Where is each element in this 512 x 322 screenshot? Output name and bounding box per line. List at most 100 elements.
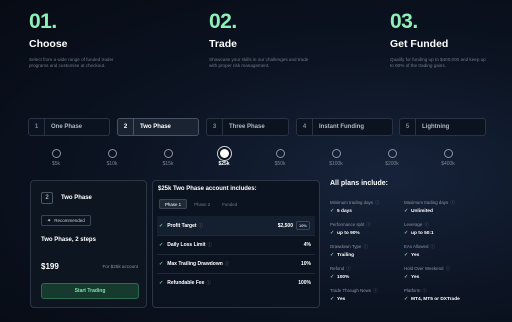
rule-value: 4% [303,242,311,248]
step-get-funded: 03. Get Funded Qualify for funding up to… [390,10,510,69]
info-icon[interactable]: ⓘ [444,266,450,271]
tab-lightning[interactable]: 5 Lightning [399,118,486,136]
size-label: $5k [51,161,61,167]
feature-label: Hold Over Weekend [404,266,444,271]
feature-label: Refund [330,266,345,271]
check-icon: ✓ [159,242,164,248]
all-plans-section: All plans include: Minimum trading days … [330,180,510,320]
tab-number: 5 [400,119,416,135]
info-icon[interactable]: ⓘ [362,244,368,249]
step-number: 01. [29,10,57,33]
feature-label: Minimum trading days [330,200,373,205]
size-option-25k[interactable] [220,149,229,158]
size-label: $100k [329,161,343,167]
info-icon[interactable]: ⓘ [421,288,427,293]
size-label: $400k [441,161,455,167]
size-label: $50k [274,161,286,167]
size-label: $10k [106,161,118,167]
size-label: $25k [218,161,230,167]
tab-funded[interactable]: Funded [217,199,242,209]
size-option-50k[interactable] [276,149,285,158]
check-icon: ✓ [159,280,164,286]
check-icon: ✓ [404,275,409,280]
size-option-10k[interactable] [108,149,117,158]
info-icon[interactable]: ⓘ [206,280,211,286]
step-description: Qualify for funding up to $400,000 and k… [390,57,486,69]
size-option-5k[interactable] [52,149,61,158]
account-size-selector: $5k $10k $15k $25k $50k $100k $200k $400… [0,145,512,171]
tab-label: Lightning [422,124,450,130]
plan-subtitle: Two Phase, 2 steps [41,237,96,243]
plan-feature: EAs Allowed ⓘ ✓ Yes [404,244,478,258]
info-icon[interactable]: ⓘ [429,244,435,249]
info-icon[interactable]: ⓘ [208,242,213,248]
info-icon[interactable]: ⓘ [365,222,370,227]
check-icon: ✓ [404,231,409,236]
plan-price: $199 [41,262,59,271]
size-label: $15k [162,161,174,167]
rule-row: ✓ Refundable Fee ⓘ 100% [157,273,315,292]
size-option-100k[interactable] [332,149,341,158]
steps-section: 01. Choose Select from a wide range of f… [0,10,512,110]
feature-value: Yes [337,297,346,302]
feature-label: EAs Allowed [404,244,429,249]
feature-value: MT4, MT5 or DXTrade [411,297,460,302]
rule-row: ✓ Max Trailing Drawdown ⓘ 10% [157,254,315,273]
badge-label: Recommended [54,218,85,223]
info-icon[interactable]: ⓘ [374,200,379,205]
tab-label: One Phase [51,124,83,130]
size-option-200k[interactable] [388,149,397,158]
feature-label: Platform [404,288,421,293]
plan-feature: Drawdown Type ⓘ ✓ Trailing [330,244,404,258]
check-icon: ✓ [330,231,335,236]
rule-row: ✓ Profit Target ⓘ $2,500 10% [157,216,315,235]
rule-row: ✓ Daily Loss Limit ⓘ 4% [157,235,315,254]
info-icon[interactable]: ⓘ [423,222,429,227]
info-icon[interactable]: ⓘ [372,288,377,293]
start-trading-button[interactable]: Start Trading [41,283,139,299]
check-icon: ✓ [159,222,164,229]
feature-value: up to 90% [337,231,360,236]
info-icon[interactable]: ⓘ [449,200,454,205]
plan-feature: Maximum trading days ⓘ ✓ Unlimited [404,200,478,214]
info-icon[interactable]: ⓘ [199,223,204,229]
feature-label: Leverage [404,222,423,227]
account-details-panel: $25k Two Phase account includes: Phase 1… [152,180,320,308]
check-icon: ✓ [159,261,164,267]
feature-value: Unlimited [411,209,433,214]
info-icon[interactable]: ⓘ [345,266,350,271]
check-icon: ✓ [404,253,409,258]
size-option-15k[interactable] [164,149,173,158]
feature-value: Yes [411,253,420,258]
tab-number: 4 [297,119,313,135]
feature-value: Trailing [337,253,355,258]
plan-name: Two Phase [61,195,92,201]
plan-feature: Hold Over Weekend ⓘ ✓ Yes [404,266,478,280]
plan-feature: Refund ⓘ ✓ 100% [330,266,404,280]
plan-feature: Trade Through News ⓘ ✓ Yes [330,288,404,302]
step-title: Get Funded [390,38,449,50]
tab-three-phase[interactable]: 3 Three Phase [206,118,289,136]
tab-number: 1 [29,119,45,135]
tab-two-phase[interactable]: 2 Two Phase [117,118,199,136]
step-description: Showcase your skills in our challenges a… [209,57,309,69]
feature-value: 100% [337,275,350,280]
tab-instant-funding[interactable]: 4 Instant Funding [296,118,393,136]
step-title: Choose [29,38,68,50]
rules-list: ✓ Profit Target ⓘ $2,500 10% ✓ Daily Los… [157,216,315,292]
tab-phase-1[interactable]: Phase 1 [159,199,188,209]
recommended-badge: ✦ Recommended [41,215,91,226]
tab-number: 3 [207,119,223,135]
step-title: Trade [209,38,238,50]
plan-feature: Performance split ⓘ ✓ up to 90% [330,222,404,236]
info-icon[interactable]: ⓘ [225,261,230,267]
check-icon: ✓ [330,209,335,214]
step-choose: 01. Choose Select from a wide range of f… [29,10,149,69]
rule-label: Refundable Fee [167,280,205,286]
tab-phase-2[interactable]: Phase 2 [189,199,215,209]
feature-label: Trade Through News [330,288,371,293]
size-label: $200k [385,161,399,167]
tab-one-phase[interactable]: 1 One Phase [28,118,110,136]
size-option-400k[interactable] [444,149,453,158]
step-number: 02. [209,10,237,33]
